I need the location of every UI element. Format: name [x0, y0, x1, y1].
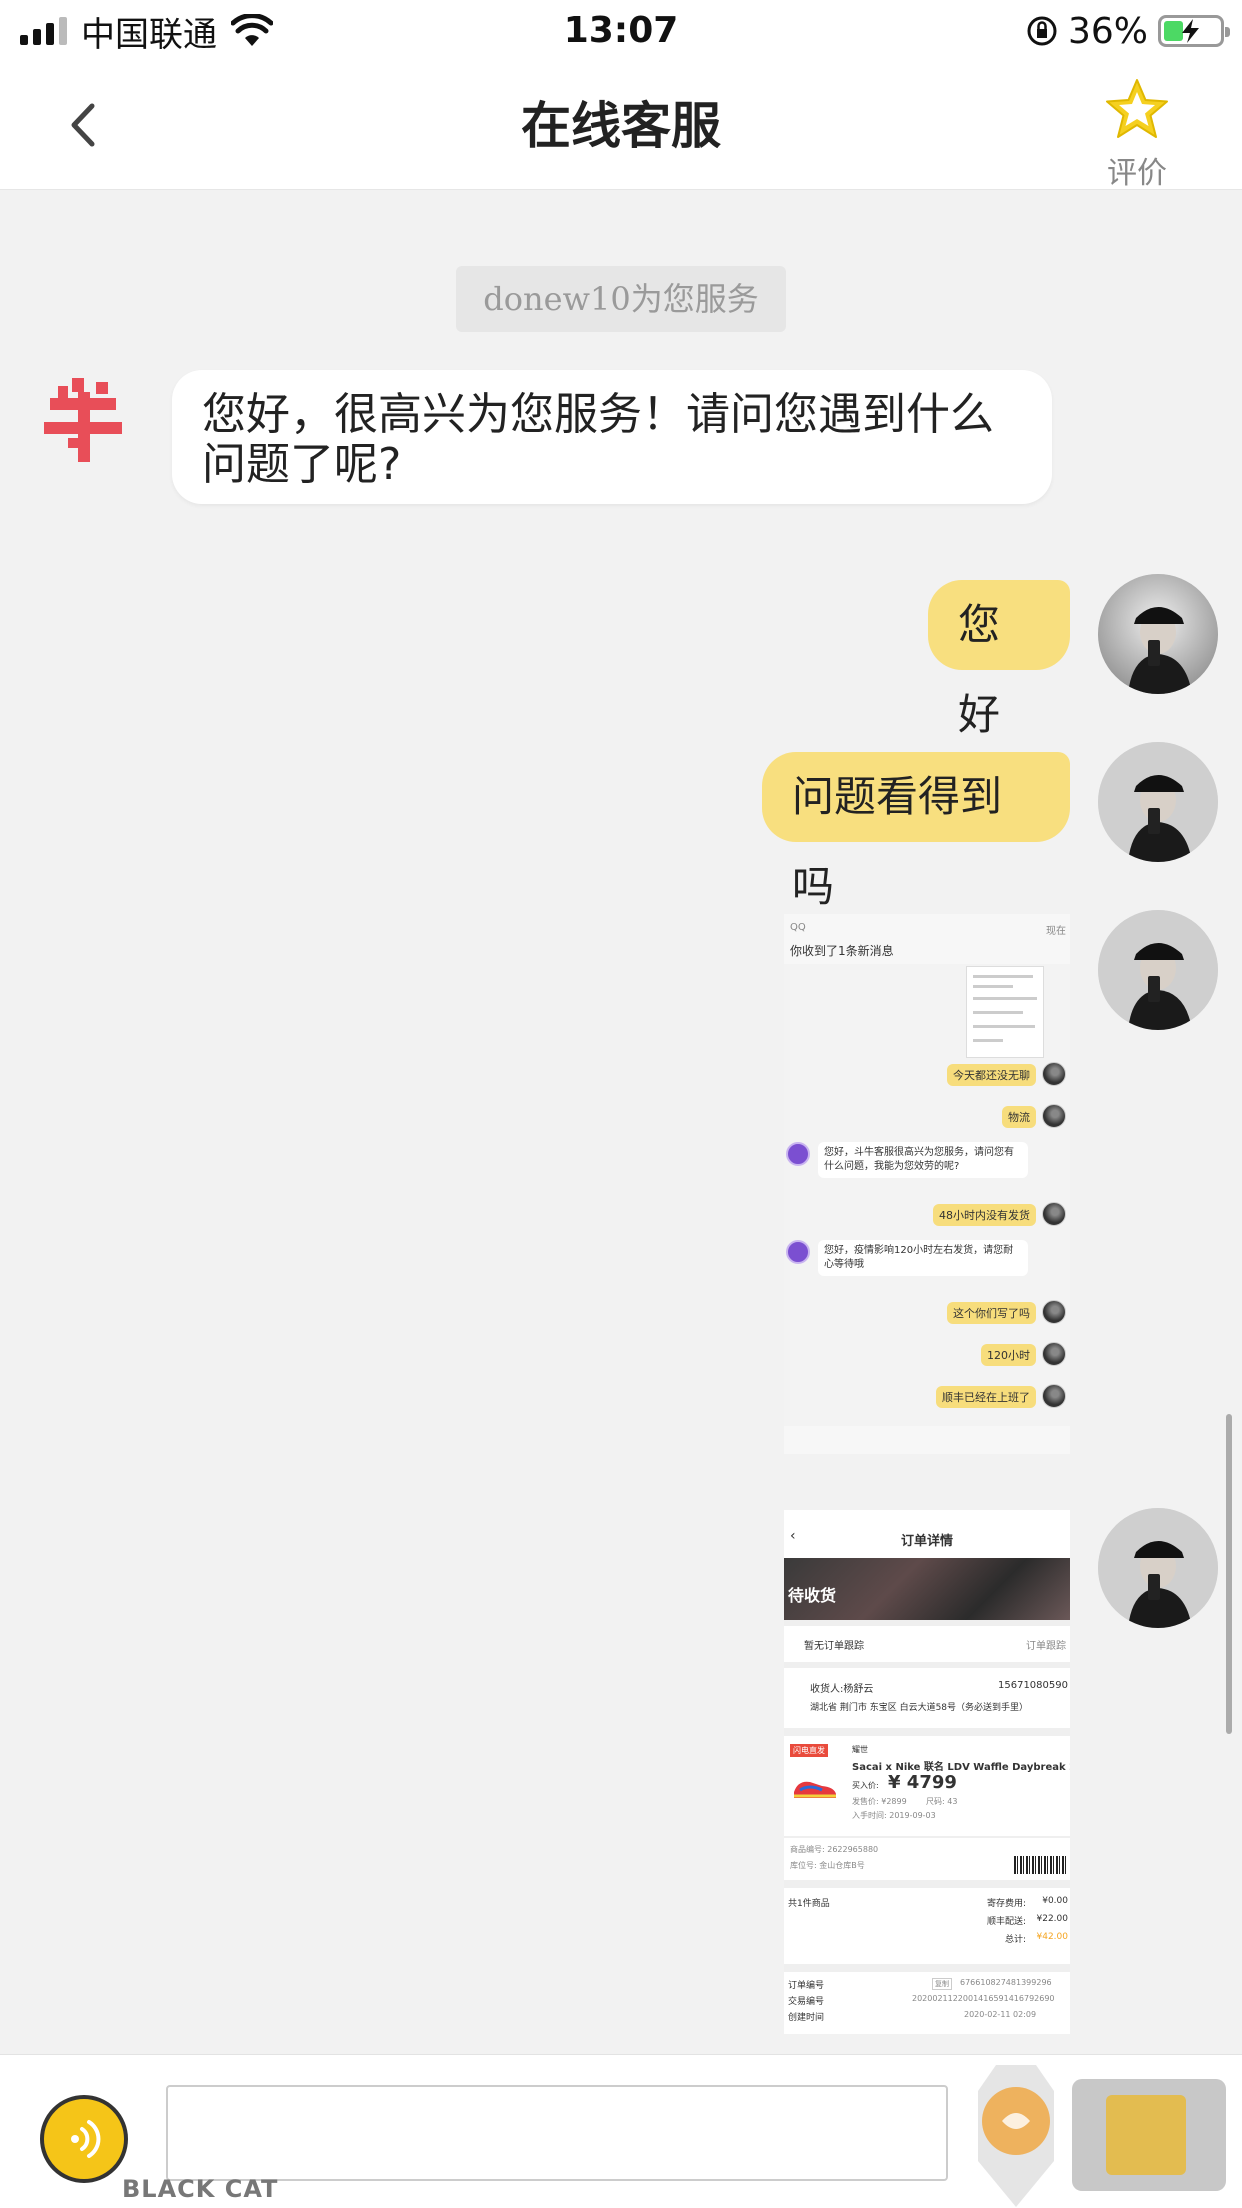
- order-title: 订单详情: [900, 1534, 953, 1549]
- watermark-text: BLACK CAT: [122, 2175, 279, 2203]
- mini-avatar: [1042, 1062, 1066, 1086]
- order-info-section: 订单编号 复制 676610827481399296 交易编号 20200211…: [784, 1972, 1070, 2034]
- mini-user-bubble: 顺丰已经在上班了: [936, 1386, 1036, 1408]
- tracking-row: 暂无订单跟踪 订单跟踪: [784, 1626, 1070, 1662]
- mini-agent-avatar: [786, 1142, 810, 1166]
- page-title: 在线客服: [521, 97, 721, 155]
- order-status: 待收货: [788, 1586, 837, 1605]
- recipient: 收货人:杨舒云: [810, 1684, 874, 1695]
- black-cat-watermark-logo: [978, 2065, 1226, 2207]
- service-notice: donew10为您服务: [456, 266, 786, 332]
- order-label: 交易编号: [788, 1997, 825, 2007]
- nav-bar: 在线客服 评价: [0, 62, 1242, 191]
- mini-user-bubble: 物流: [1002, 1106, 1036, 1128]
- mini-input-bar: [784, 1426, 1070, 1454]
- orientation-lock-icon: [1027, 16, 1057, 46]
- copy-button: 复制: [932, 1978, 952, 1990]
- fee-value: ¥22.00: [1036, 1914, 1069, 1924]
- rate-label: 评价: [1107, 156, 1167, 191]
- battery-icon: [1158, 15, 1230, 47]
- fee-label: 顺丰配送:: [986, 1917, 1026, 1927]
- product-no: 商品编号: 2622965880: [790, 1845, 879, 1854]
- phone: 15671080590: [998, 1680, 1068, 1691]
- order-value: 2020021122001416591416792690: [912, 1994, 1055, 2003]
- battery-percent: 36%: [1067, 10, 1148, 52]
- mini-agent-avatar: [786, 1240, 810, 1264]
- user-message-bubble: 您好: [928, 580, 1070, 739]
- mini-user-bubble: 这个你们写了吗: [947, 1302, 1036, 1324]
- tracking-text: 暂无订单跟踪: [804, 1641, 864, 1652]
- input-bar: BLACK CAT: [0, 2054, 1242, 2208]
- agent-message-bubble: 您好，很高兴为您服务！请问您遇到什么问题了呢?: [172, 370, 1052, 504]
- notification-time: 现在: [1046, 926, 1066, 937]
- thumbnail-preview: [966, 966, 1044, 1058]
- address-section: 收货人:杨舒云 15671080590 湖北省 荆门市 东宝区 白云大道58号（…: [784, 1668, 1070, 1728]
- star-icon: [1106, 79, 1168, 138]
- rate-button[interactable]: 评价: [1092, 76, 1182, 191]
- mini-user-bubble: 48小时内没有发货: [933, 1204, 1036, 1226]
- fee-value: ¥0.00: [1042, 1896, 1068, 1906]
- agent-avatar: [44, 378, 122, 462]
- mini-avatar: [1042, 1300, 1066, 1324]
- brand-tag: 耀世: [852, 1745, 868, 1754]
- fee-section: 共1件商品 寄存费用: ¥0.00 顺丰配送: ¥22.00 总计: ¥42.0…: [784, 1888, 1070, 1964]
- barcode: [1014, 1856, 1066, 1874]
- status-right: 36%: [1026, 8, 1230, 54]
- mini-avatar: [1042, 1104, 1066, 1128]
- order-header: ‹ 订单详情: [784, 1510, 1070, 1558]
- product-name: Sacai x Nike 联名 LDV Waffle Daybreak 2...: [852, 1762, 1070, 1773]
- tracking-link: 订单跟踪: [1026, 1641, 1066, 1652]
- order-label: 创建时间: [788, 2013, 825, 2023]
- mini-avatar: [1042, 1384, 1066, 1408]
- fee-total: ¥42.00: [1036, 1932, 1069, 1942]
- mini-avatar: [1042, 1342, 1066, 1366]
- order-value: 676610827481399296: [960, 1978, 1052, 1987]
- chat-screenshot-image[interactable]: QQ 现在 你收到了1条新消息 今天都还没无聊 物流 您好，斗牛客服很高兴为您服…: [784, 914, 1070, 1454]
- notification-banner: QQ 现在 你收到了1条新消息: [784, 914, 1070, 964]
- voice-icon: [71, 2120, 101, 2158]
- address: 湖北省 荆门市 东宝区 白云大道58号（务必送到手里）: [810, 1703, 1029, 1713]
- buy-price-label: 买入价:: [852, 1781, 879, 1790]
- scroll-indicator[interactable]: [1226, 1414, 1232, 1734]
- price: ¥ 4799: [888, 1772, 957, 1793]
- item-count: 共1件商品: [788, 1899, 830, 1909]
- voice-button[interactable]: [40, 2095, 128, 2183]
- fee-label: 寄存费用:: [986, 1899, 1026, 1909]
- mini-agent-bubble: 您好，斗牛客服很高兴为您服务，请问您有什么问题，我能为您效劳的呢?: [818, 1142, 1028, 1178]
- sneaker-image: [794, 1781, 836, 1798]
- buy-time: 入手时间: 2019-09-03: [852, 1811, 936, 1820]
- order-label: 订单编号: [788, 1981, 825, 1991]
- notification-app: QQ: [790, 922, 806, 933]
- mini-user-bubble: 120小时: [981, 1344, 1036, 1366]
- notification-text: 你收到了1条新消息: [790, 944, 894, 958]
- user-avatar[interactable]: [1098, 742, 1218, 862]
- product-section: 闪电直发 耀世 Sacai x Nike 联名 LDV Waffle Daybr…: [784, 1736, 1070, 1836]
- mini-avatar: [1042, 1202, 1066, 1226]
- storage-section: 商品编号: 2622965880 库位号: 金山仓库B号: [784, 1838, 1070, 1880]
- order-value: 2020-02-11 02:09: [964, 2010, 1037, 2019]
- mini-user-bubble: 今天都还没无聊: [947, 1064, 1036, 1086]
- mini-agent-bubble: 您好，疫情影响120小时左右发货，请您耐心等待哦: [818, 1240, 1028, 1276]
- user-avatar[interactable]: [1098, 574, 1218, 694]
- user-avatar[interactable]: [1098, 910, 1218, 1030]
- sale-price: 发售价: ¥2899: [852, 1797, 907, 1806]
- status-bar: 中国联通 13:07 36%: [0, 0, 1242, 62]
- fee-label: 总计:: [1004, 1935, 1026, 1945]
- order-screenshot-image[interactable]: ‹ 订单详情 待收货 暂无订单跟踪 订单跟踪 收货人:杨舒云 156710805…: [784, 1510, 1070, 2034]
- storage-no: 库位号: 金山仓库B号: [790, 1861, 865, 1870]
- user-avatar[interactable]: [1098, 1508, 1218, 1628]
- user-message-bubble: 问题看得到吗: [762, 752, 1070, 911]
- message-input[interactable]: [166, 2085, 948, 2181]
- flash-tag: 闪电直发: [790, 1744, 828, 1757]
- size: 尺码: 43: [926, 1797, 958, 1806]
